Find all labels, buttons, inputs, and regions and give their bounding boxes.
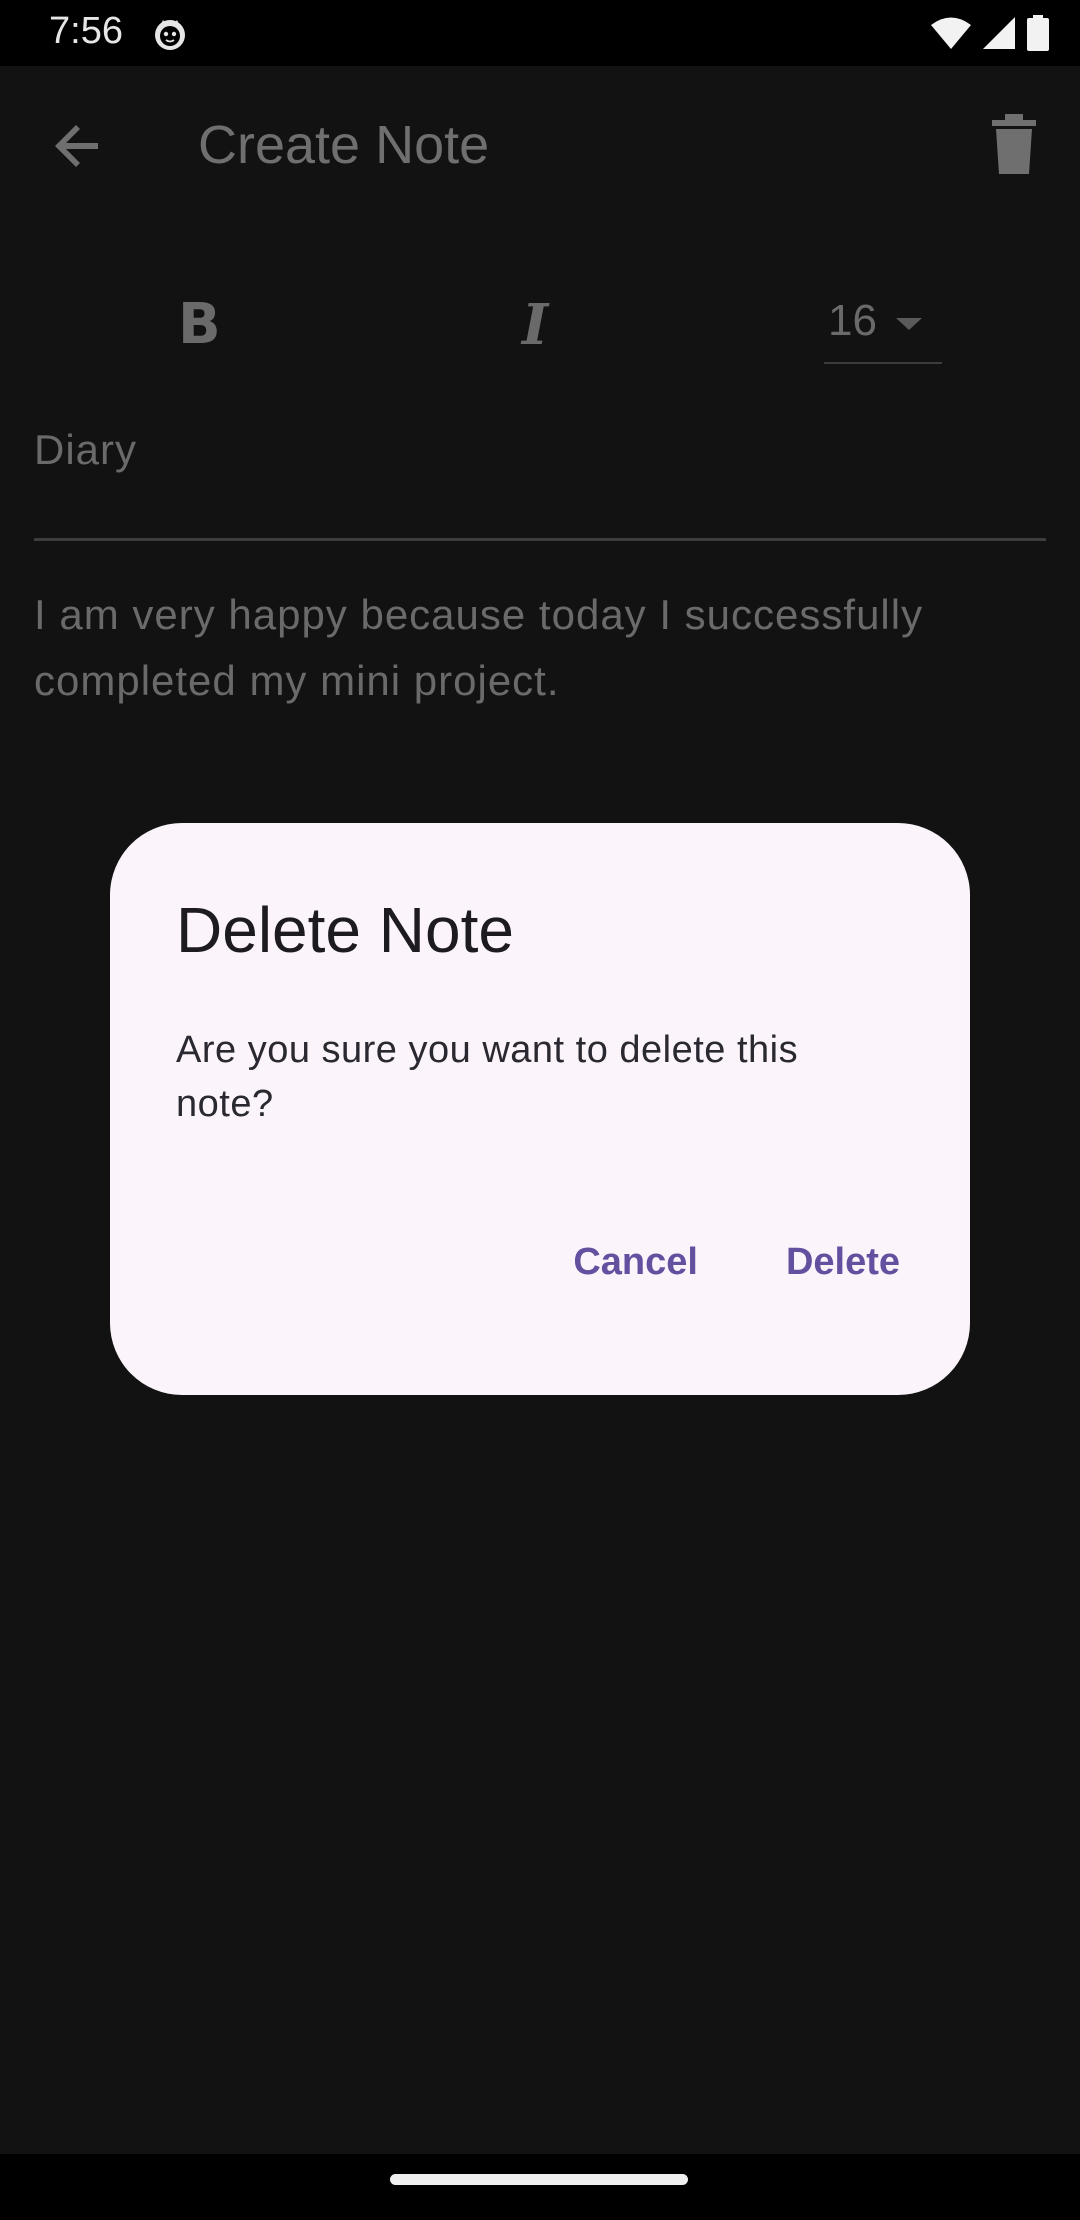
delete-dialog: Delete Note Are you sure you want to del… <box>110 823 970 1395</box>
status-icons <box>930 14 1050 52</box>
dialog-title: Delete Note <box>176 894 514 966</box>
battery-icon <box>1027 15 1049 51</box>
navigation-bar <box>0 2154 1080 2220</box>
signal-icon <box>983 17 1015 49</box>
dialog-message: Are you sure you want to delete this not… <box>176 1029 799 1125</box>
screen: 7:56 Create Note B I 16 Diary I am very … <box>0 0 1080 2220</box>
cancel-button[interactable]: Cancel <box>573 1241 698 1284</box>
home-gesture-handle[interactable] <box>390 2174 688 2185</box>
cat-icon <box>155 20 185 50</box>
delete-button[interactable]: Delete <box>786 1241 900 1284</box>
wifi-icon <box>931 17 971 49</box>
status-time: 7:56 <box>49 10 123 52</box>
status-bar: 7:56 <box>0 0 1080 66</box>
dialog-actions: Cancel Delete <box>573 1241 900 1284</box>
